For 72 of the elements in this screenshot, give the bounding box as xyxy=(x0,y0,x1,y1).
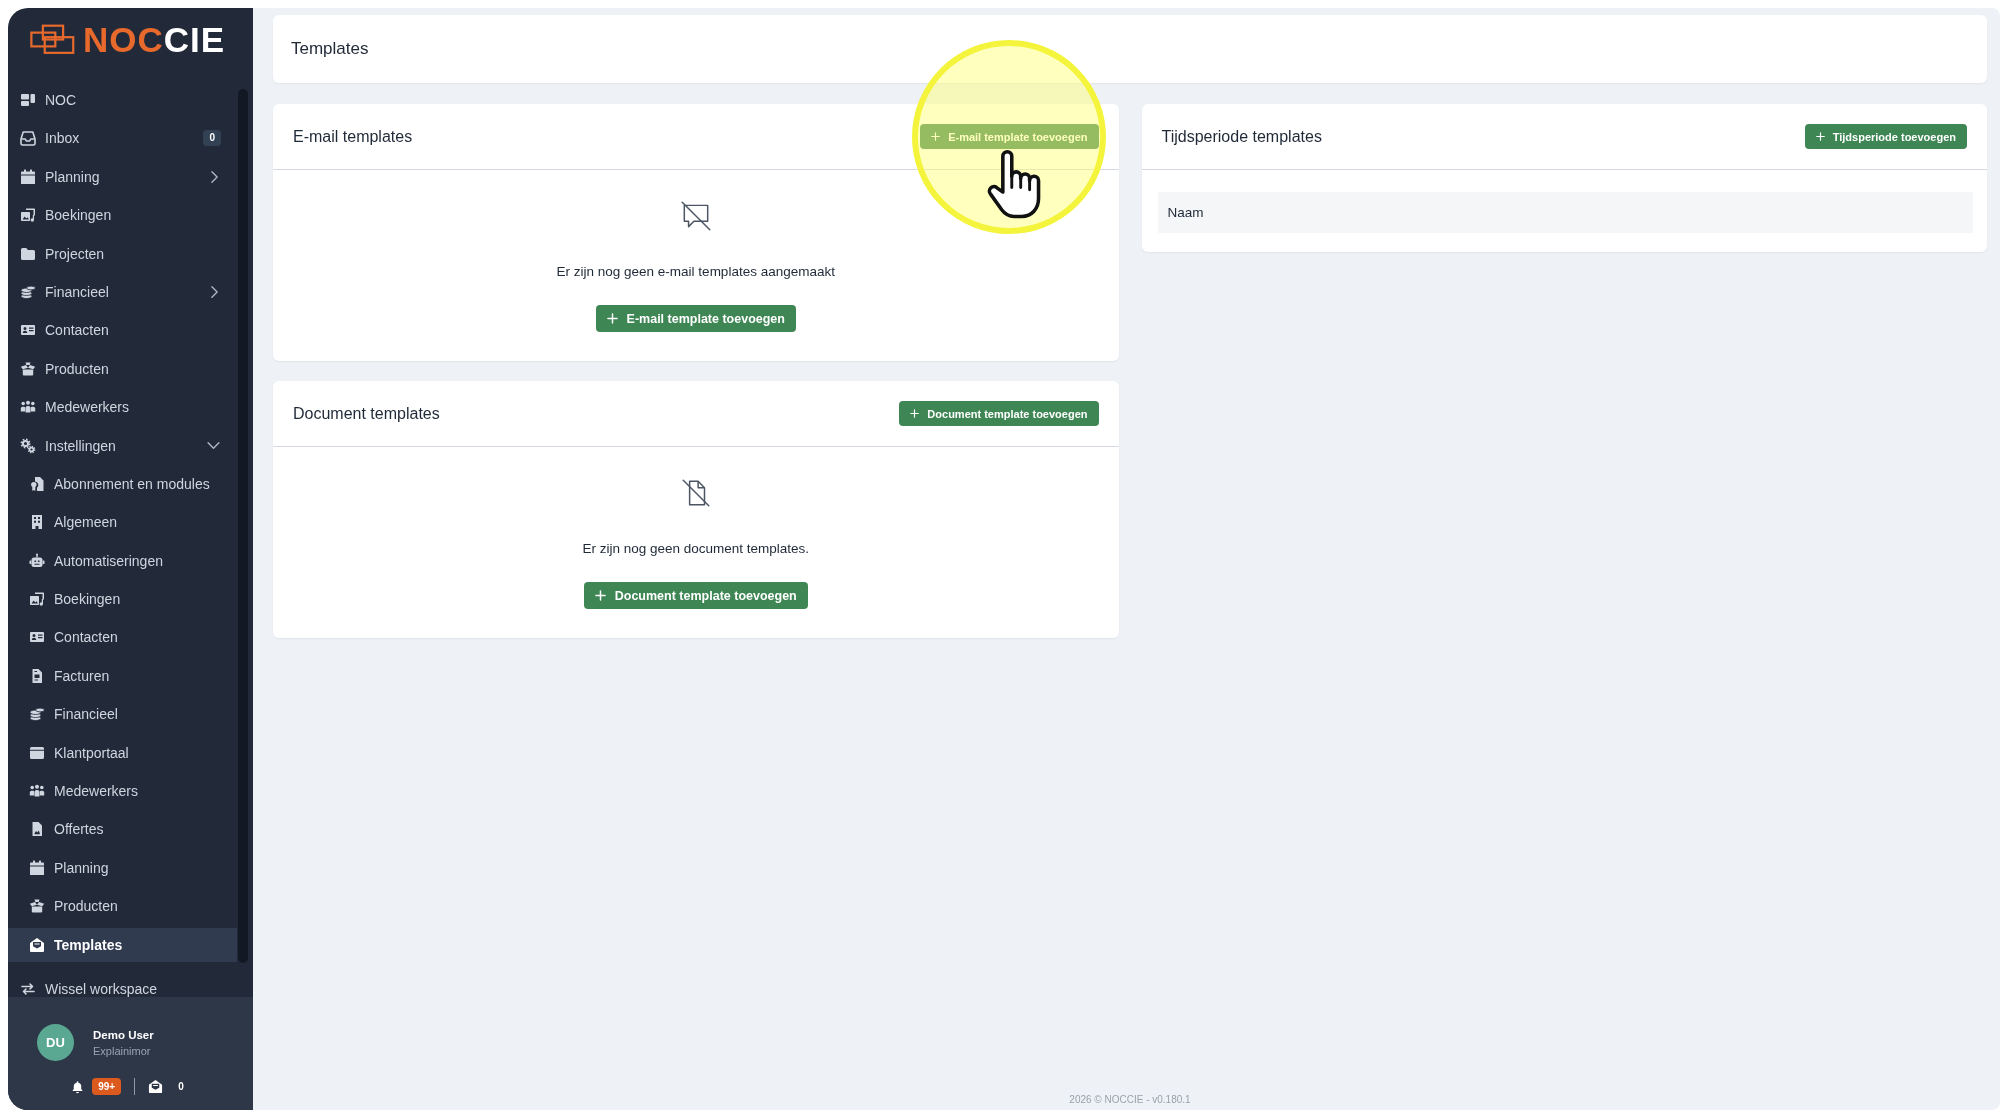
nav-item[interactable]: Contacten xyxy=(8,620,237,655)
card-title: E-mail templates xyxy=(293,127,413,146)
nav-item[interactable]: Inbox 0 xyxy=(8,121,237,156)
footer-text: 2026 © NOCCIE - v0.180.1 xyxy=(1069,1093,1191,1105)
nav-item[interactable]: Medewerkers xyxy=(8,390,237,425)
empty-message: Er zijn nog geen document templates. xyxy=(582,540,810,558)
page-title: Templates xyxy=(291,39,369,59)
nav-item[interactable]: Klantportaal xyxy=(8,735,237,770)
nav-item[interactable]: Automatiseringen xyxy=(8,543,237,578)
nav-item[interactable]: Boekingen xyxy=(8,582,237,617)
layout-icon xyxy=(20,92,36,108)
swap-arrows-icon xyxy=(20,981,36,997)
nav-item[interactable]: Planning xyxy=(8,159,237,194)
nav-item[interactable]: Financieel xyxy=(8,274,237,309)
plus-icon xyxy=(606,313,618,324)
logo-icon xyxy=(30,24,76,55)
plus-icon xyxy=(1815,132,1825,141)
avatar: DU xyxy=(37,1024,74,1061)
scrollbar-thumb[interactable] xyxy=(238,89,248,963)
nav-item[interactable]: Projecten xyxy=(8,236,237,271)
nav-item[interactable]: NOC xyxy=(8,83,237,117)
envelope-open-icon xyxy=(29,936,45,953)
card-title: Tijdsperiode templates xyxy=(1161,127,1322,146)
nav-item[interactable]: Producten xyxy=(8,889,237,924)
coins-icon xyxy=(20,283,36,300)
plus-icon xyxy=(931,132,941,141)
user-name: Demo User xyxy=(93,1028,154,1041)
robot-icon xyxy=(29,552,45,569)
coins-icon xyxy=(29,706,45,723)
nav-item[interactable]: Boekingen xyxy=(8,198,237,233)
window-icon xyxy=(29,744,45,761)
count-badge: 0 xyxy=(203,130,221,147)
photos-icon xyxy=(29,591,45,608)
people-icon xyxy=(20,399,36,416)
column-header: Naam xyxy=(1167,205,1204,220)
nav-item[interactable]: Instellingen xyxy=(8,428,237,463)
users-icon xyxy=(29,783,45,800)
envelope-open-icon[interactable] xyxy=(148,1079,164,1094)
add-button[interactable]: Tijdsperiode toevoegen xyxy=(1804,124,1967,149)
calendar-icon xyxy=(29,859,45,876)
add-button[interactable]: Document template toevoegen xyxy=(583,582,808,609)
plus-icon xyxy=(910,409,920,418)
add-button[interactable]: Document template toevoegen xyxy=(899,401,1099,426)
gears-icon xyxy=(20,437,36,454)
logo-wordmark: NOCCIE xyxy=(83,22,226,57)
nav-item[interactable]: Medewerkers xyxy=(8,774,237,809)
card-title: Document templates xyxy=(293,404,440,423)
plus-icon xyxy=(594,590,606,601)
inbox-icon xyxy=(20,130,36,147)
add-button[interactable]: E-mail template toevoegen xyxy=(595,305,796,332)
nav-item[interactable]: Offertes xyxy=(8,812,237,847)
nav-item[interactable]: Algemeen xyxy=(8,505,237,540)
certificate-icon xyxy=(29,475,45,492)
nav-item[interactable]: Facturen xyxy=(8,658,237,693)
nav-item[interactable]: Financieel xyxy=(8,697,237,732)
switch-workspace-link[interactable]: Wissel workspace xyxy=(8,977,253,997)
folder-icon xyxy=(20,245,36,262)
calendar-icon xyxy=(20,168,36,185)
photos-icon xyxy=(20,207,36,224)
message-count: 0 xyxy=(178,1081,184,1092)
bell-icon[interactable] xyxy=(71,1079,85,1094)
building-icon xyxy=(29,514,45,531)
user-organization: Explainimor xyxy=(93,1044,152,1057)
nav-item[interactable]: Producten xyxy=(8,351,237,386)
open-box-icon xyxy=(29,898,45,915)
open-box-icon xyxy=(20,360,36,377)
nav-item[interactable]: Templates xyxy=(8,927,237,962)
empty-message: Er zijn nog geen e-mail templates aangemaakt xyxy=(556,263,835,281)
notification-badge: 99+ xyxy=(92,1078,122,1095)
nav-item[interactable]: Abonnement en modules xyxy=(8,466,237,501)
nav-item[interactable]: Contacten xyxy=(8,313,237,348)
nav-item[interactable]: Planning xyxy=(8,850,237,885)
